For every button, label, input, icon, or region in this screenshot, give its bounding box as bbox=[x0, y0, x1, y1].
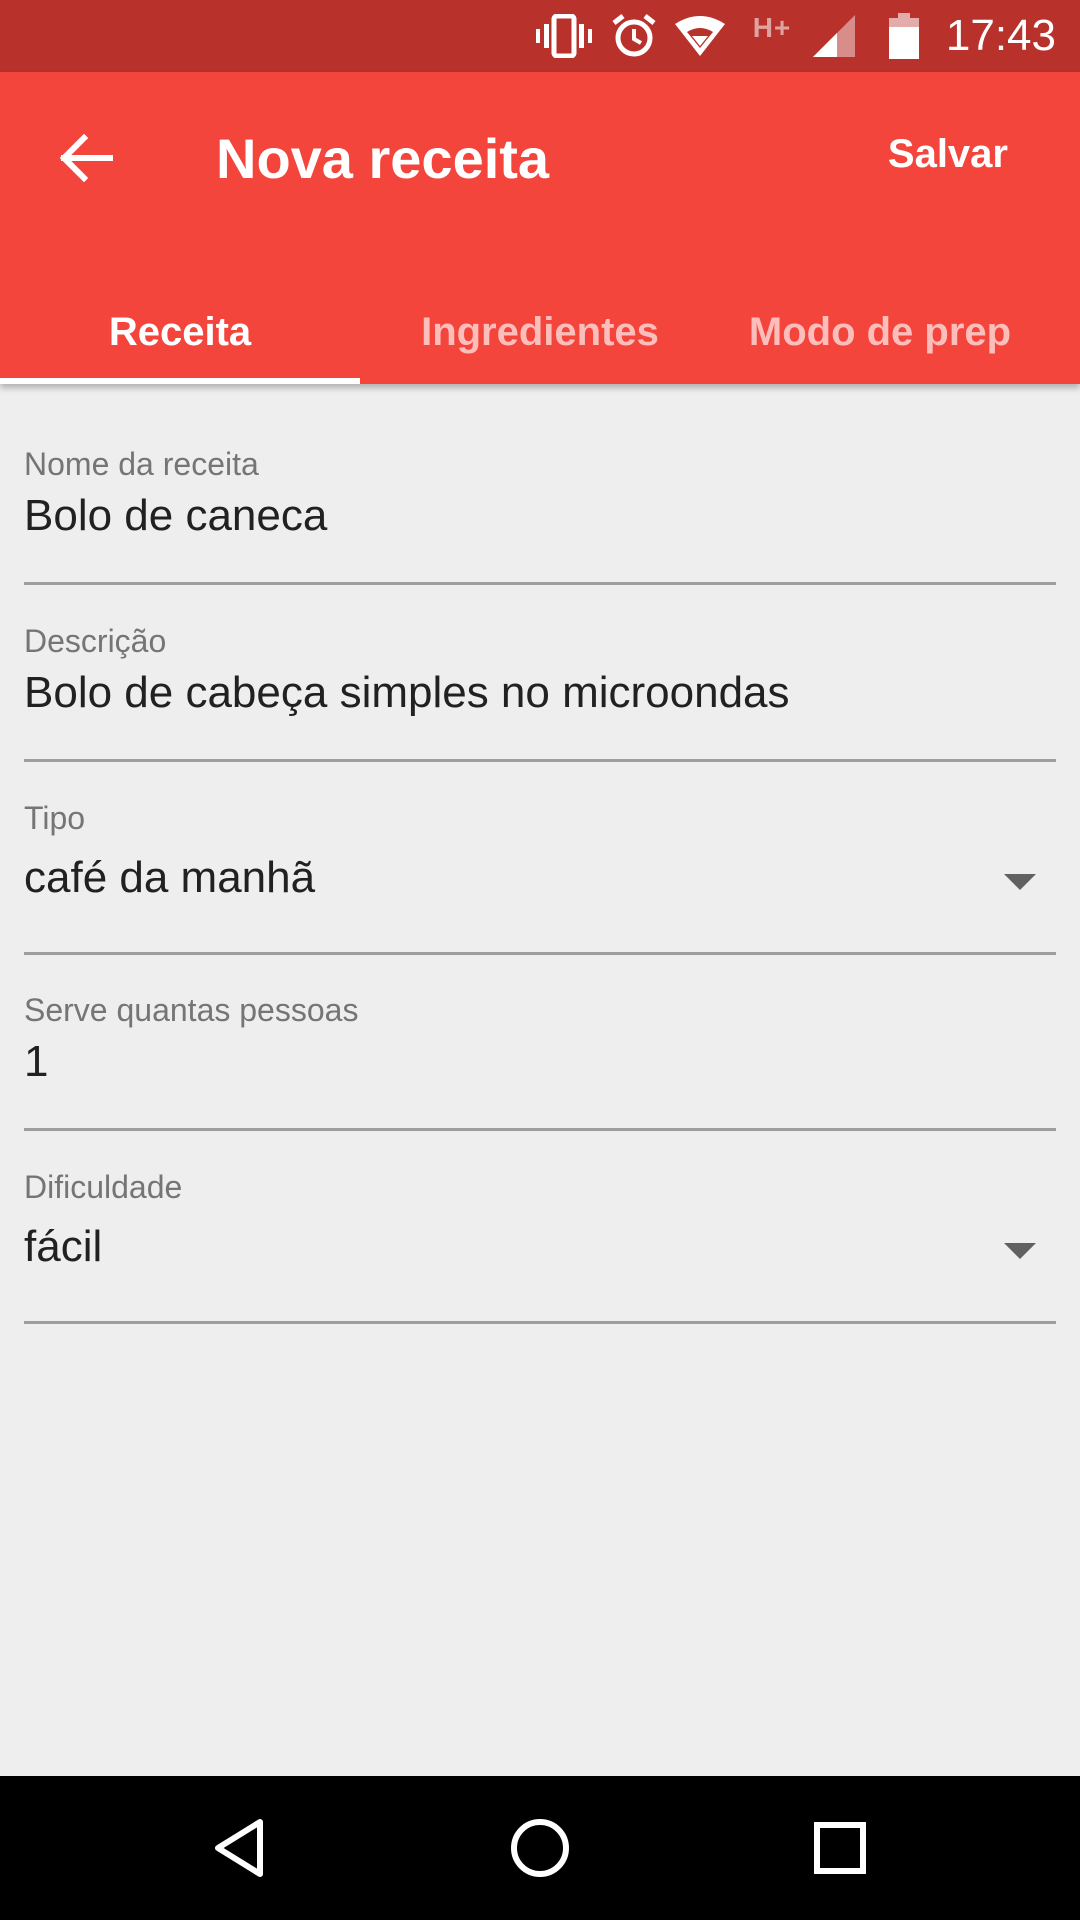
save-button[interactable]: Salvar bbox=[888, 132, 1008, 177]
servings-field[interactable]: Serve quantas pessoas 1 bbox=[24, 992, 1056, 1131]
tab-modo-de-preparo[interactable]: Modo de prep bbox=[720, 300, 1040, 384]
servings-label: Serve quantas pessoas bbox=[24, 992, 359, 1028]
status-time: 17:43 bbox=[945, 11, 1056, 60]
nav-home-button[interactable] bbox=[492, 1800, 588, 1896]
status-bar: H+ 17:43 bbox=[0, 0, 1080, 72]
description-label: Descrição bbox=[24, 623, 167, 659]
description-underline bbox=[24, 759, 1056, 762]
recipe-name-value[interactable]: Bolo de caneca bbox=[24, 491, 1056, 541]
wifi-icon bbox=[672, 12, 728, 60]
system-nav-bar bbox=[0, 1776, 1080, 1920]
home-circle-icon bbox=[511, 1819, 569, 1877]
type-dropdown-arrow-icon[interactable] bbox=[1004, 874, 1036, 890]
type-label: Tipo bbox=[24, 800, 86, 836]
difficulty-label: Dificuldade bbox=[24, 1169, 183, 1205]
description-field[interactable]: Descrição Bolo de cabeça simples no micr… bbox=[24, 623, 1056, 762]
app-bar: Nova receita Salvar Receita Ingredientes… bbox=[0, 72, 1080, 384]
back-button[interactable] bbox=[44, 116, 128, 200]
recipe-name-field[interactable]: Nome da receita Bolo de caneca bbox=[24, 446, 1056, 585]
servings-value[interactable]: 1 bbox=[24, 1037, 1056, 1087]
vibrate-icon bbox=[534, 12, 594, 60]
nav-recents-button[interactable] bbox=[792, 1800, 888, 1896]
page-title: Nova receita bbox=[216, 127, 550, 190]
servings-underline bbox=[24, 1128, 1056, 1131]
description-value[interactable]: Bolo de cabeça simples no microondas bbox=[24, 668, 1056, 718]
battery-icon bbox=[886, 12, 922, 60]
difficulty-dropdown[interactable]: Dificuldade fácil bbox=[24, 1169, 1056, 1324]
tab-ingredientes[interactable]: Ingredientes bbox=[360, 300, 720, 384]
arrow-back-icon bbox=[59, 134, 113, 182]
network-type-label: H+ bbox=[752, 12, 792, 43]
alarm-icon bbox=[610, 12, 658, 60]
recents-square-icon bbox=[814, 1822, 866, 1874]
nav-back-button[interactable] bbox=[192, 1800, 288, 1896]
type-underline bbox=[24, 952, 1056, 955]
back-triangle-icon bbox=[215, 1819, 263, 1877]
tab-indicator bbox=[0, 378, 360, 384]
recipe-name-label: Nome da receita bbox=[24, 446, 259, 482]
tab-receita[interactable]: Receita bbox=[0, 300, 360, 384]
difficulty-underline bbox=[24, 1321, 1056, 1324]
difficulty-value[interactable]: fácil bbox=[24, 1222, 1056, 1272]
type-value[interactable]: café da manhã bbox=[24, 853, 1056, 903]
tab-bar: Receita Ingredientes Modo de prep bbox=[0, 300, 1080, 384]
difficulty-dropdown-arrow-icon[interactable] bbox=[1004, 1243, 1036, 1259]
tab-scroll-fade bbox=[1020, 300, 1080, 384]
signal-icon bbox=[810, 12, 858, 60]
type-dropdown[interactable]: Tipo café da manhã bbox=[24, 800, 1056, 955]
recipe-name-underline bbox=[24, 582, 1056, 585]
